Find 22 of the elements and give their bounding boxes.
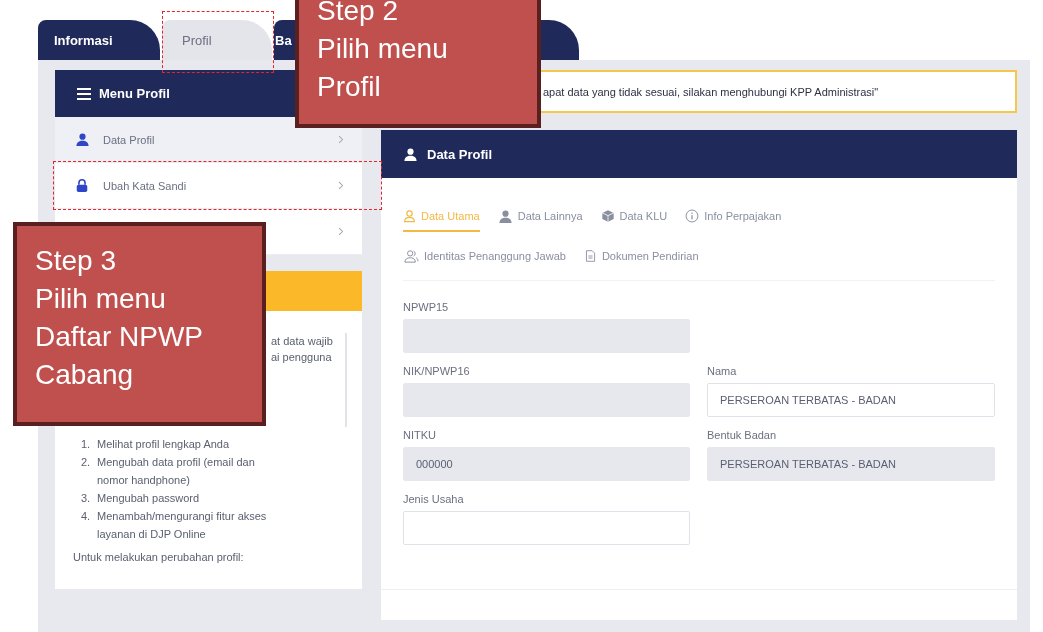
callout-tooltip: Step 3 Pilih menu Daftar NPWP Cabang	[13, 222, 266, 426]
field-label: Bentuk Badan	[707, 429, 778, 441]
menu-title: Menu Profil	[99, 86, 170, 101]
field-label: NPWP15	[403, 301, 450, 313]
info-text: Untuk melakukan perubahan profil:	[73, 551, 245, 563]
list-item-text: Mengubah data profil (email dan nomor handphone)	[97, 455, 256, 488]
list-number: 3.	[81, 491, 92, 506]
list-item-text: Mengubah password	[97, 491, 201, 506]
list-item-text: Menambah/mengurangi fitur akses layanan di DJP Online	[97, 509, 268, 542]
list-number: 2.	[81, 455, 92, 470]
info-text: ai pengguna	[271, 350, 333, 365]
list-number: 1.	[81, 437, 92, 452]
field-label: Jenis Usaha	[403, 493, 465, 505]
field-label: NIK/NPWP16	[403, 365, 471, 377]
alert-text: apat data yang tidak sesuai, silakan menghubungi KPP Administrasi"	[543, 85, 879, 98]
list-item-text: Melihat profil lengkap Anda	[97, 437, 231, 452]
info-text: at data wajib	[271, 334, 334, 349]
callout-tooltip: Step 2 Pilih menu Profil	[295, 0, 541, 128]
field-label: Nama	[707, 365, 738, 377]
list-number: 4.	[81, 509, 92, 524]
card-title: Data Profil	[427, 146, 492, 162]
field-label: NITKU	[403, 429, 437, 441]
